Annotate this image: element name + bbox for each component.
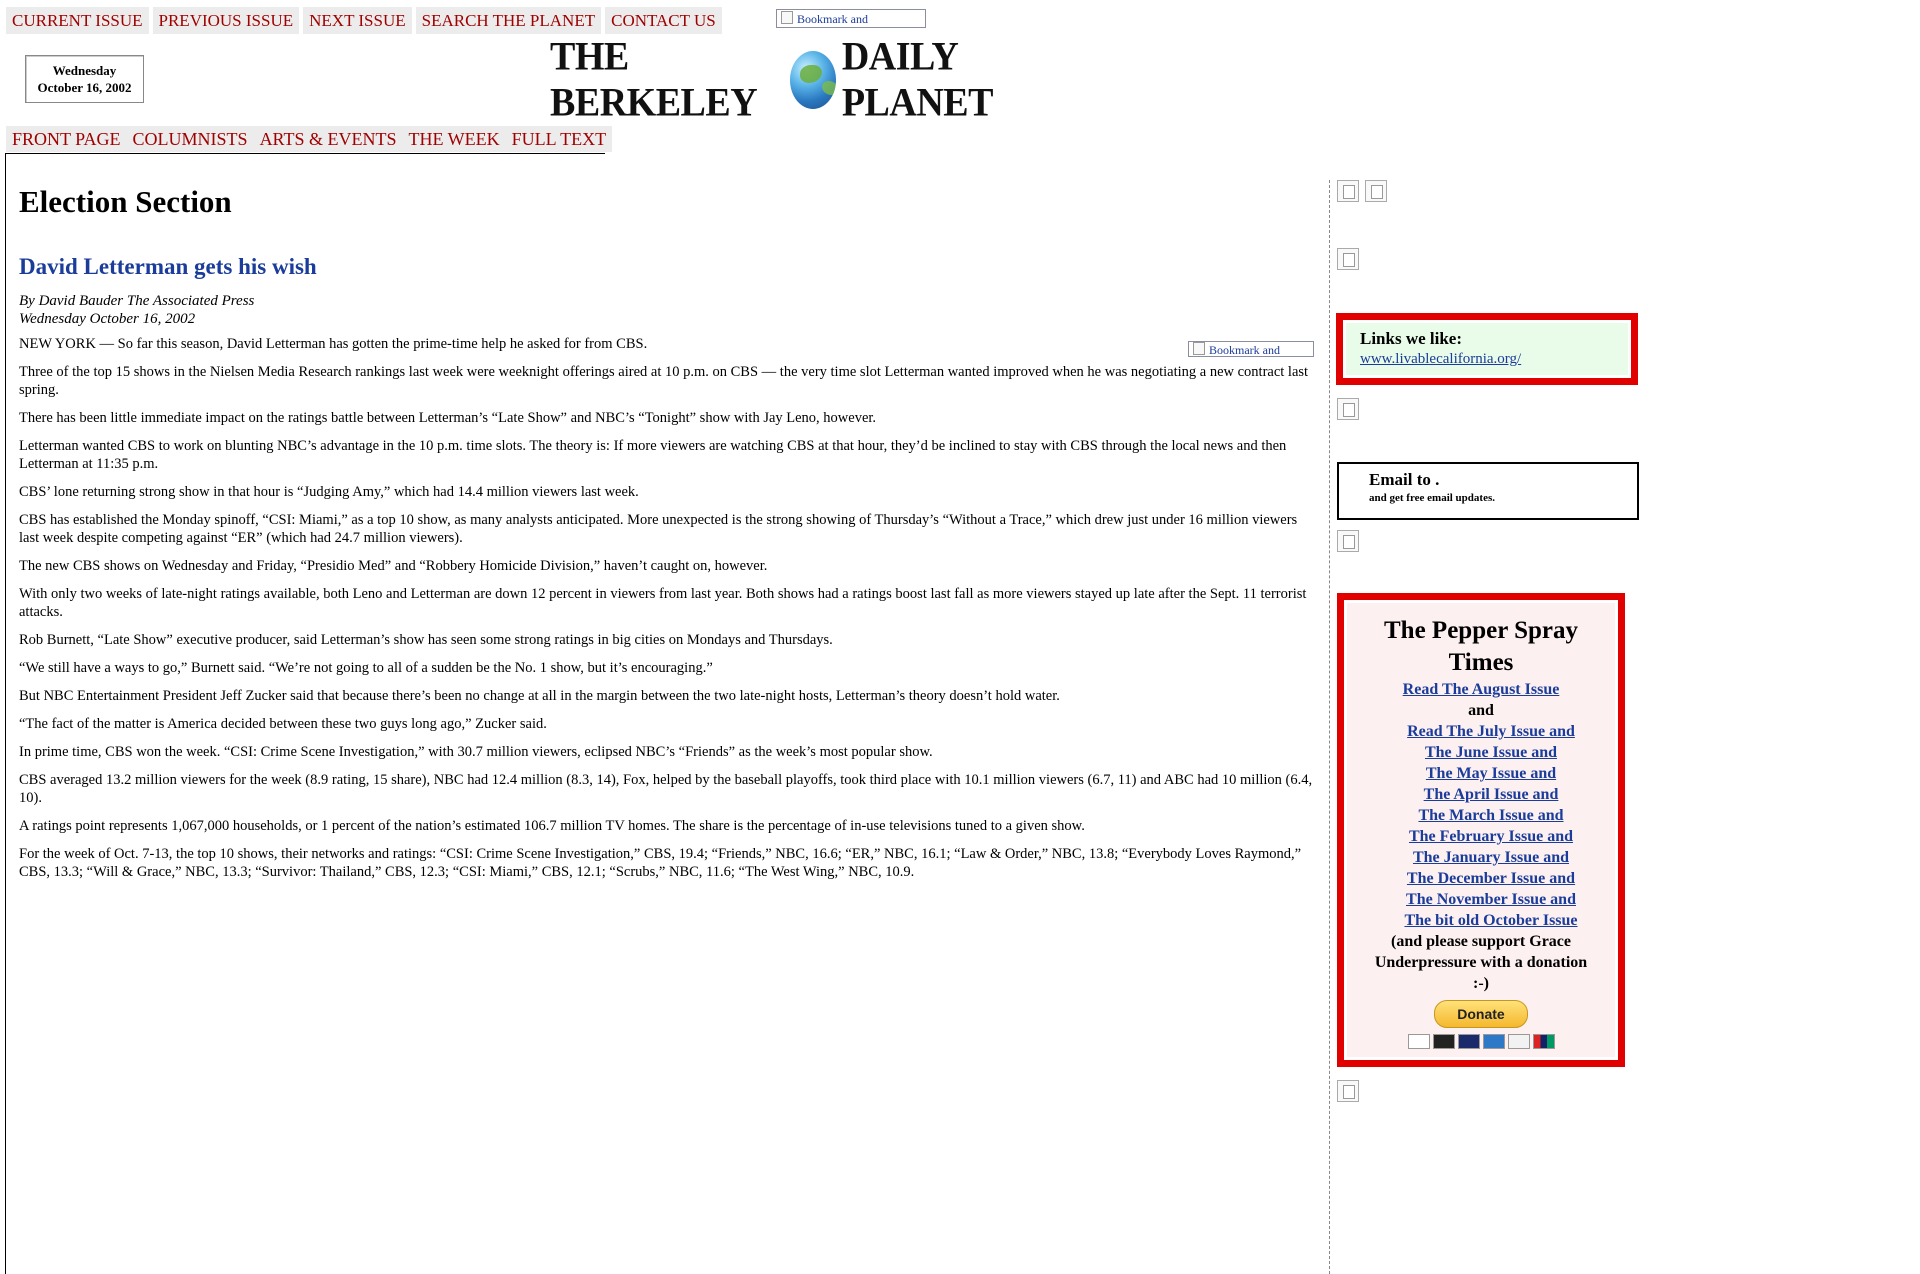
date-box: Wednesday October 16, 2002: [25, 55, 144, 103]
links-we-like-title: Links we like:: [1360, 329, 1463, 348]
section-nav: FRONT PAGE COLUMNISTS ARTS & EVENTS THE …: [6, 126, 613, 152]
bookmark-label: Bookmark and: [1209, 343, 1280, 357]
bookmark-button-top[interactable]: Bookmark and: [776, 9, 926, 28]
pepper-and-text: and: [1468, 702, 1494, 719]
amex-icon: [1482, 1034, 1505, 1049]
payment-cards: [1347, 1034, 1615, 1049]
donate-button[interactable]: Donate: [1434, 1000, 1528, 1028]
broken-image-icon: [1337, 248, 1359, 270]
pepper-spray-times-title: The Pepper Spray Times: [1384, 617, 1578, 676]
article-headline: David Letterman gets his wish: [19, 254, 317, 279]
date-weekday: Wednesday: [52, 63, 117, 78]
article: Election Section David Letterman gets hi…: [19, 178, 1319, 891]
pepper-link-november[interactable]: The November Issue and: [1367, 889, 1615, 910]
byline-author: By David Bauder The Associated Press: [19, 293, 255, 309]
email-signup-title: Email to .: [1369, 470, 1440, 489]
article-paragraph: Three of the top 15 shows in the Nielsen…: [19, 364, 1309, 398]
nav-front-page[interactable]: FRONT PAGE: [6, 126, 127, 152]
main-left-border: [5, 153, 6, 1274]
article-paragraph: In prime time, CBS won the week. “CSI: C…: [19, 744, 933, 760]
pepper-link-october[interactable]: The bit old October Issue: [1367, 910, 1615, 931]
section-nav-divider: [5, 153, 605, 154]
broken-image-icon: [1337, 1080, 1359, 1102]
article-paragraph: For the week of Oct. 7-13, the top 10 sh…: [19, 846, 1302, 880]
column-divider: [1329, 180, 1330, 1274]
pepper-spray-times-inner: The Pepper Spray Times Read The August I…: [1347, 603, 1615, 1057]
broken-image-icon: [1337, 180, 1359, 202]
broken-image-icon: [1365, 180, 1387, 202]
article-paragraph: “The fact of the matter is America decid…: [19, 716, 547, 732]
nav-full-text[interactable]: FULL TEXT: [505, 126, 613, 152]
article-paragraph: But NBC Entertainment President Jeff Zuc…: [19, 688, 1060, 704]
masthead-left-text: THE BERKELEY: [550, 34, 758, 126]
mastercard-icon: [1432, 1034, 1455, 1049]
pepper-link-july[interactable]: Read The July Issue and: [1367, 721, 1615, 742]
article-paragraph: There has been little immediate impact o…: [19, 410, 877, 426]
pepper-link-february[interactable]: The February Issue and: [1367, 826, 1615, 847]
nav-contact-us[interactable]: CONTACT US: [605, 7, 722, 34]
visa-icon: [1407, 1034, 1430, 1049]
top-nav: CURRENT ISSUE PREVIOUS ISSUE NEXT ISSUE …: [6, 7, 726, 34]
unionpay-icon: [1532, 1034, 1555, 1049]
nav-the-week[interactable]: THE WEEK: [402, 126, 506, 152]
pepper-link-may[interactable]: The May Issue and: [1367, 763, 1615, 784]
nav-search-the-planet[interactable]: SEARCH THE PLANET: [415, 7, 602, 34]
links-we-like-box: Links we like: www.livablecalifornia.org…: [1336, 313, 1638, 385]
broken-image-icon: [1337, 398, 1359, 420]
links-we-like-inner: Links we like: www.livablecalifornia.org…: [1346, 323, 1628, 375]
article-paragraph: A ratings point represents 1,067,000 hou…: [19, 818, 1085, 834]
bookmark-label: Bookmark and: [797, 12, 868, 26]
article-paragraph: CBS averaged 13.2 million viewers for th…: [19, 772, 1313, 806]
article-byline: By David Bauder The Associated Press Wed…: [19, 292, 1319, 328]
pepper-link-december[interactable]: The December Issue and: [1367, 868, 1615, 889]
article-body: NEW YORK — So far this season, David Let…: [19, 335, 1319, 881]
email-signup-subtitle: and get free email updates.: [1369, 492, 1495, 504]
article-paragraph: CBS’ lone returning strong show in that …: [19, 484, 639, 500]
discover-icon: [1507, 1034, 1530, 1049]
article-paragraph: Rob Burnett, “Late Show” executive produ…: [19, 632, 833, 648]
donation-note: (and please support Grace Underpressure …: [1374, 933, 1588, 992]
byline-date: Wednesday October 16, 2002: [19, 311, 196, 327]
article-paragraph: Letterman wanted CBS to work on blunting…: [19, 438, 1287, 472]
livable-california-link[interactable]: www.livablecalifornia.org/: [1360, 349, 1614, 369]
broken-image-icon: [1337, 530, 1359, 552]
maestro-icon: [1457, 1034, 1480, 1049]
broken-image-icon: [781, 11, 793, 24]
pepper-link-april[interactable]: The April Issue and: [1367, 784, 1615, 805]
nav-current-issue[interactable]: CURRENT ISSUE: [6, 7, 149, 34]
masthead-logo[interactable]: THE BERKELEY DAILY PLANET: [550, 35, 1060, 125]
section-title: Election Section: [19, 184, 232, 219]
pepper-link-january[interactable]: The January Issue and: [1367, 847, 1615, 868]
nav-previous-issue[interactable]: PREVIOUS ISSUE: [152, 7, 300, 34]
article-paragraph: CBS has established the Monday spinoff, …: [19, 512, 1298, 546]
globe-icon: [789, 51, 836, 109]
article-paragraph: The new CBS shows on Wednesday and Frida…: [19, 558, 768, 574]
pepper-link-august[interactable]: Read The August Issue: [1347, 679, 1615, 700]
nav-arts-events[interactable]: ARTS & EVENTS: [253, 126, 403, 152]
pepper-link-june[interactable]: The June Issue and: [1367, 742, 1615, 763]
bookmark-button-article[interactable]: Bookmark and: [1188, 341, 1314, 357]
article-paragraph: “We still have a ways to go,” Burnett sa…: [19, 660, 713, 676]
date-full: October 16, 2002: [37, 80, 132, 95]
broken-image-icon: [1193, 342, 1205, 355]
pepper-spray-times-box: The Pepper Spray Times Read The August I…: [1337, 593, 1625, 1067]
nav-next-issue[interactable]: NEXT ISSUE: [303, 7, 412, 34]
pepper-link-march[interactable]: The March Issue and: [1367, 805, 1615, 826]
article-paragraph: NEW YORK — So far this season, David Let…: [19, 336, 648, 352]
article-paragraph: With only two weeks of late-night rating…: [19, 586, 1307, 620]
email-signup-box[interactable]: Email to . and get free email updates.: [1337, 462, 1639, 520]
nav-columnists[interactable]: COLUMNISTS: [126, 126, 254, 152]
masthead-right-text: DAILY PLANET: [841, 34, 994, 126]
